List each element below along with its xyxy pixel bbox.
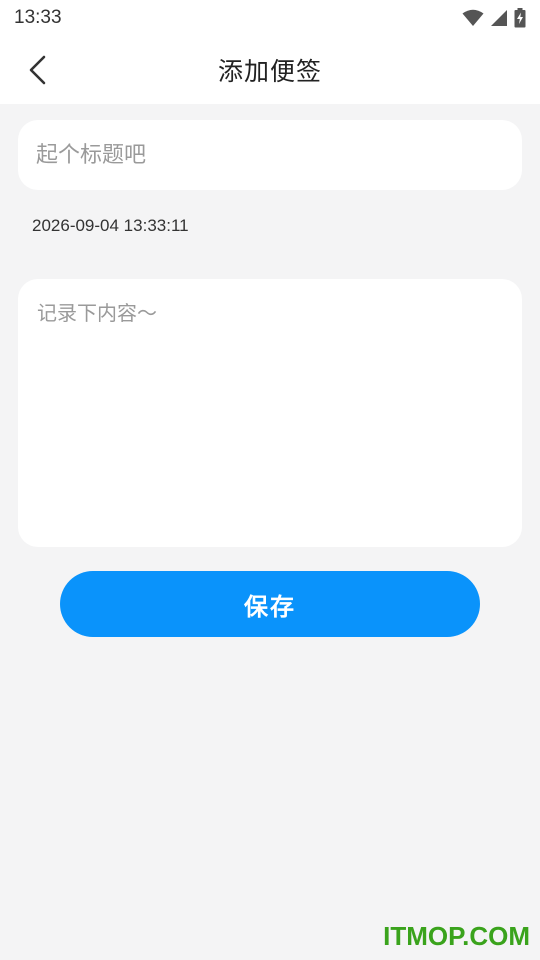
- cellular-signal-icon: [491, 10, 507, 26]
- status-bar: 13:33: [0, 0, 540, 36]
- wifi-icon: [462, 9, 484, 26]
- chevron-left-icon: [29, 55, 46, 85]
- status-icons: [462, 8, 526, 28]
- note-title-input[interactable]: [18, 120, 522, 190]
- back-button[interactable]: [18, 50, 58, 90]
- watermark-logo: ITMOP.COM: [383, 921, 530, 951]
- save-button[interactable]: 保存: [60, 571, 480, 637]
- status-time: 13:33: [14, 7, 62, 28]
- header: 添加便签: [0, 36, 540, 104]
- page-title: 添加便签: [217, 57, 322, 86]
- note-content-input[interactable]: [18, 279, 522, 547]
- title-card: [18, 120, 522, 190]
- content-card: [18, 279, 522, 547]
- note-timestamp: 2026-09-04 13:33:11: [32, 216, 189, 235]
- battery-charging-icon: [514, 8, 526, 28]
